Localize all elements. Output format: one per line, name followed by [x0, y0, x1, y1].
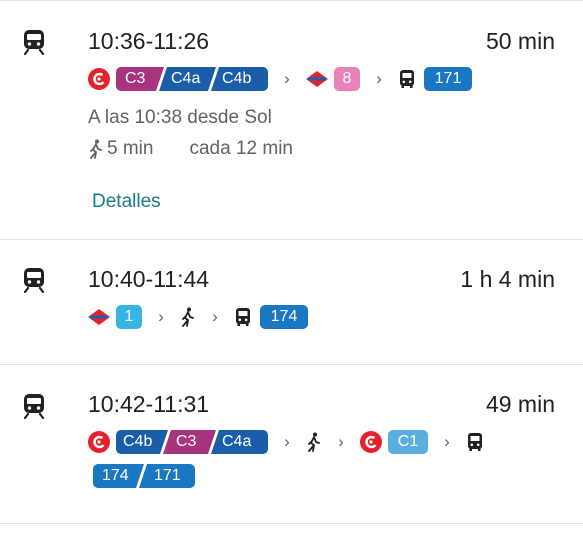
details-link[interactable]: Detalles — [80, 186, 173, 218]
route-segments: 1 › › 174 — [88, 304, 308, 330]
train-icon — [23, 394, 45, 419]
metro-madrid-icon — [88, 309, 110, 325]
route-duration: 1 h 4 min — [460, 266, 555, 292]
bus-lines-chain: 174 171 — [93, 463, 195, 489]
metro-line-8-chip: 8 — [334, 67, 360, 91]
chevron-right-icon: › — [284, 69, 290, 88]
bus-line-174-chip: 174 — [260, 305, 308, 329]
renfe-cercanias-icon — [360, 431, 382, 453]
metro-madrid-icon — [306, 71, 328, 87]
metro-line-1-chip: 1 — [116, 305, 142, 329]
route-option-2[interactable]: 10:40-11:44 1 h 4 min 1 › › 174 — [0, 240, 583, 364]
route-divider — [0, 523, 583, 524]
line-chip-c3: C3 — [176, 433, 197, 450]
renfe-cercanias-icon — [88, 68, 110, 90]
bus-icon — [236, 308, 250, 326]
walk-and-frequency: 5 min cada 12 min — [88, 137, 293, 161]
chevron-right-icon: › — [376, 69, 382, 88]
cercanias-lines-chain: C3 C4a C4b — [116, 67, 268, 91]
line-chip-c4a: C4a — [171, 70, 201, 87]
train-icon — [23, 30, 45, 55]
route-segments: C4b C3 C4a › › C1 › — [88, 429, 492, 455]
line-chip-c4a: C4a — [222, 433, 252, 450]
line-chip-c3: C3 — [125, 70, 146, 87]
route-segments: C3 C4a C4b › 8 › 171 — [88, 66, 472, 92]
walk-icon — [308, 432, 320, 452]
walk-duration: 5 min — [107, 138, 154, 159]
bus-line-171-chip: 171 — [424, 67, 472, 91]
chevron-right-icon: › — [158, 307, 164, 326]
departure-info: A las 10:38 desde Sol — [88, 107, 272, 128]
route-option-3[interactable]: 10:42-11:31 49 min C4b C3 C4a › › C1 › 1… — [0, 365, 583, 523]
route-duration: 49 min — [485, 391, 555, 417]
cercanias-line-c1-chip: C1 — [388, 430, 428, 454]
cercanias-lines-chain: C4b C3 C4a — [116, 430, 268, 454]
bus-icon — [400, 70, 414, 88]
train-icon — [23, 268, 45, 293]
frequency: cada 12 min — [189, 138, 293, 159]
chevron-right-icon: › — [338, 432, 344, 451]
line-chip-c4b: C4b — [222, 70, 252, 87]
route-time-range: 10:40-11:44 — [88, 266, 210, 292]
chevron-right-icon: › — [444, 432, 450, 451]
walk-icon — [182, 307, 194, 327]
route-duration: 50 min — [485, 28, 555, 54]
bus-icon — [468, 433, 482, 451]
renfe-cercanias-icon — [88, 431, 110, 453]
bus-line-174-chip: 174 — [102, 467, 129, 484]
route-option-1[interactable]: 10:36-11:26 50 min C3 C4a C4b › 8 › 171 … — [0, 1, 583, 239]
bus-line-171-chip: 171 — [154, 467, 181, 484]
chevron-right-icon: › — [212, 307, 218, 326]
chevron-right-icon: › — [284, 432, 290, 451]
line-chip-c4b: C4b — [123, 433, 153, 450]
route-time-range: 10:42-11:31 — [88, 391, 210, 417]
route-time-range: 10:36-11:26 — [88, 28, 210, 54]
walk-icon — [90, 139, 102, 159]
